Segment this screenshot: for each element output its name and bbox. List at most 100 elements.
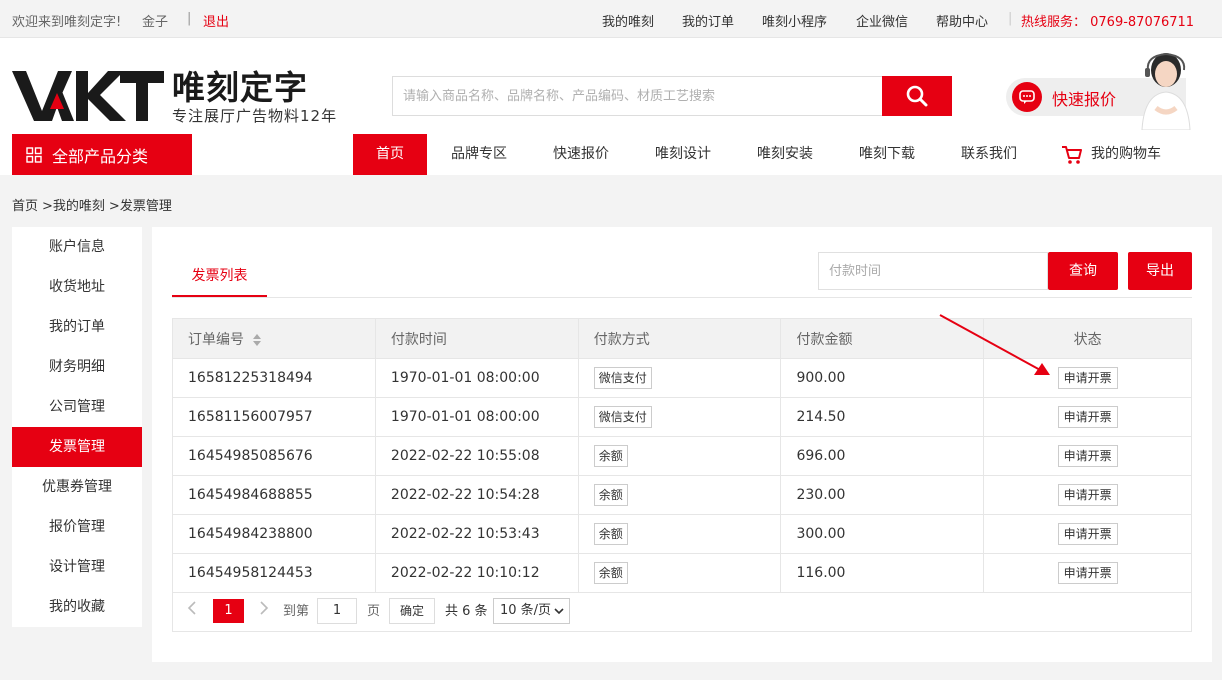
payment-method-tag: 微信支付: [593, 367, 652, 389]
cell-amount: 696.00: [780, 436, 985, 476]
cell-order: 16581225318494: [172, 358, 376, 398]
nav-quick-quote[interactable]: 快速报价: [542, 134, 620, 175]
sort-icon[interactable]: [252, 333, 262, 347]
tab-invoice-list[interactable]: 发票列表: [172, 255, 267, 297]
nav-brand-zone[interactable]: 品牌专区: [440, 134, 518, 175]
cell-order: 16454984688855: [172, 475, 376, 515]
payment-method-tag: 余额: [593, 562, 628, 584]
payment-date-filter: [818, 252, 1048, 290]
cell-order: 16454958124453: [172, 553, 376, 593]
nav-install[interactable]: 唯刻安装: [746, 134, 824, 175]
page-size-value: 10 条/页: [500, 603, 552, 618]
sidebar-item-coupons[interactable]: 优惠券管理: [12, 467, 142, 507]
sidebar-item-account-info[interactable]: 账户信息: [12, 227, 142, 267]
top-link-mini-program[interactable]: 唯刻小程序: [762, 11, 827, 30]
top-link-enterprise-wechat[interactable]: 企业微信: [856, 11, 908, 30]
nav-home[interactable]: 首页: [353, 134, 427, 175]
invoice-panel: 发票列表 查询 导出 订单编号 付款时间 付款方式 付款金额 状态 165812…: [152, 227, 1212, 662]
account-sidebar: 账户信息 收货地址 我的订单 财务明细 公司管理 发票管理 优惠券管理 报价管理…: [12, 227, 142, 627]
tab-divider: [172, 297, 1192, 298]
breadcrumb: 首页 >我的唯刻 >发票管理: [12, 195, 176, 214]
hotline: 热线服务： 0769-87076711: [1021, 15, 1195, 30]
sidebar-item-finance[interactable]: 财务明细: [12, 347, 142, 387]
all-categories-button[interactable]: 全部产品分类: [12, 134, 192, 175]
page-number-current[interactable]: 1: [213, 599, 244, 623]
cell-amount: 300.00: [780, 514, 985, 554]
sidebar-item-invoice[interactable]: 发票管理: [12, 427, 142, 467]
search-box: [392, 76, 882, 116]
top-bar: 欢迎来到唯刻定字! 金子 | 退出 我的唯刻 我的订单 唯刻小程序 企业微信 帮…: [0, 0, 1222, 38]
cell-method: 余额: [577, 436, 782, 476]
goto-confirm-button[interactable]: 确定: [389, 598, 435, 624]
col-header-order[interactable]: 订单编号: [172, 318, 376, 359]
cell-order: 16581156007957: [172, 397, 376, 437]
cell-amount: 230.00: [780, 475, 985, 515]
cell-status: 申请开票: [983, 358, 1192, 398]
apply-invoice-button[interactable]: 申请开票: [1057, 484, 1118, 506]
site-logo[interactable]: 唯刻定字 专注展厅广告物料12年: [12, 63, 342, 125]
export-button[interactable]: 导出: [1128, 252, 1192, 290]
table-header-row: 订单编号 付款时间 付款方式 付款金额 状态: [172, 318, 1192, 359]
nav-cart[interactable]: 我的购物车: [1056, 134, 1166, 175]
prev-page-icon[interactable]: [187, 600, 197, 620]
table-row: 16454958124453 2022-02-22 10:10:12 余额 11…: [172, 553, 1192, 593]
apply-invoice-button[interactable]: 申请开票: [1057, 367, 1118, 389]
apply-invoice-button[interactable]: 申请开票: [1057, 445, 1118, 467]
breadcrumb-home[interactable]: 首页: [12, 199, 38, 214]
nav-contact[interactable]: 联系我们: [950, 134, 1028, 175]
payment-date-input[interactable]: [819, 253, 1047, 289]
sidebar-item-my-orders[interactable]: 我的订单: [12, 307, 142, 347]
page-size-select[interactable]: 10 条/页: [493, 598, 570, 624]
cell-time: 2022-02-22 10:53:43: [374, 514, 579, 554]
search-button[interactable]: [882, 76, 952, 116]
cell-time: 1970-01-01 08:00:00: [374, 358, 579, 398]
cell-method: 余额: [577, 553, 782, 593]
breadcrumb-my-weike[interactable]: >我的唯刻: [42, 199, 105, 214]
col-header-status: 状态: [983, 318, 1192, 359]
query-button[interactable]: 查询: [1048, 252, 1118, 290]
category-grid-icon: [26, 146, 42, 163]
table-row: 16454984688855 2022-02-22 10:54:28 余额 23…: [172, 475, 1192, 515]
username[interactable]: 金子: [142, 11, 168, 30]
sidebar-item-address[interactable]: 收货地址: [12, 267, 142, 307]
top-link-my-orders[interactable]: 我的订单: [682, 11, 734, 30]
nav-design[interactable]: 唯刻设计: [644, 134, 722, 175]
chevron-down-icon: [554, 608, 564, 615]
apply-invoice-button[interactable]: 申请开票: [1057, 562, 1118, 584]
site-header: 唯刻定字 专注展厅广告物料12年 快速报价: [0, 38, 1222, 175]
customer-service-avatar: [1138, 50, 1194, 131]
search-icon: [906, 85, 928, 107]
top-link-my-weike[interactable]: 我的唯刻: [602, 11, 654, 30]
sidebar-item-favorites[interactable]: 我的收藏: [12, 587, 142, 627]
main-nav: 全部产品分类 首页 品牌专区 快速报价 唯刻设计 唯刻安装 唯刻下载 联系我们 …: [0, 134, 1222, 175]
nav-download[interactable]: 唯刻下载: [848, 134, 926, 175]
cell-order: 16454985085676: [172, 436, 376, 476]
brand-slogan: 专注展厅广告物料12年: [172, 107, 338, 125]
payment-method-tag: 余额: [593, 523, 628, 545]
next-page-icon[interactable]: [259, 600, 269, 620]
sidebar-item-designs[interactable]: 设计管理: [12, 547, 142, 587]
sidebar-item-quotes[interactable]: 报价管理: [12, 507, 142, 547]
top-link-help-center[interactable]: 帮助中心: [936, 11, 988, 30]
payment-method-tag: 余额: [593, 445, 628, 467]
col-header-time: 付款时间: [374, 318, 579, 359]
apply-invoice-button[interactable]: 申请开票: [1057, 523, 1118, 545]
cell-time: 2022-02-22 10:54:28: [374, 475, 579, 515]
search-input[interactable]: [393, 77, 882, 115]
separator: |: [187, 11, 192, 26]
payment-method-tag: 微信支付: [593, 406, 652, 428]
brand-name: 唯刻定字: [172, 68, 308, 107]
table-row: 16581225318494 1970-01-01 08:00:00 微信支付 …: [172, 358, 1192, 398]
sidebar-item-company[interactable]: 公司管理: [12, 387, 142, 427]
logout-link[interactable]: 退出: [203, 11, 229, 30]
col-header-order-label: 订单编号: [188, 331, 244, 348]
all-categories-label: 全部产品分类: [52, 146, 149, 166]
goto-page-input[interactable]: 1: [317, 598, 357, 624]
apply-invoice-button[interactable]: 申请开票: [1057, 406, 1118, 428]
page-label: 页: [367, 604, 381, 619]
goto-label: 到第: [283, 604, 310, 619]
cell-order: 16454984238800: [172, 514, 376, 554]
cell-status: 申请开票: [983, 397, 1192, 437]
col-header-method: 付款方式: [577, 318, 782, 359]
cell-status: 申请开票: [983, 436, 1192, 476]
